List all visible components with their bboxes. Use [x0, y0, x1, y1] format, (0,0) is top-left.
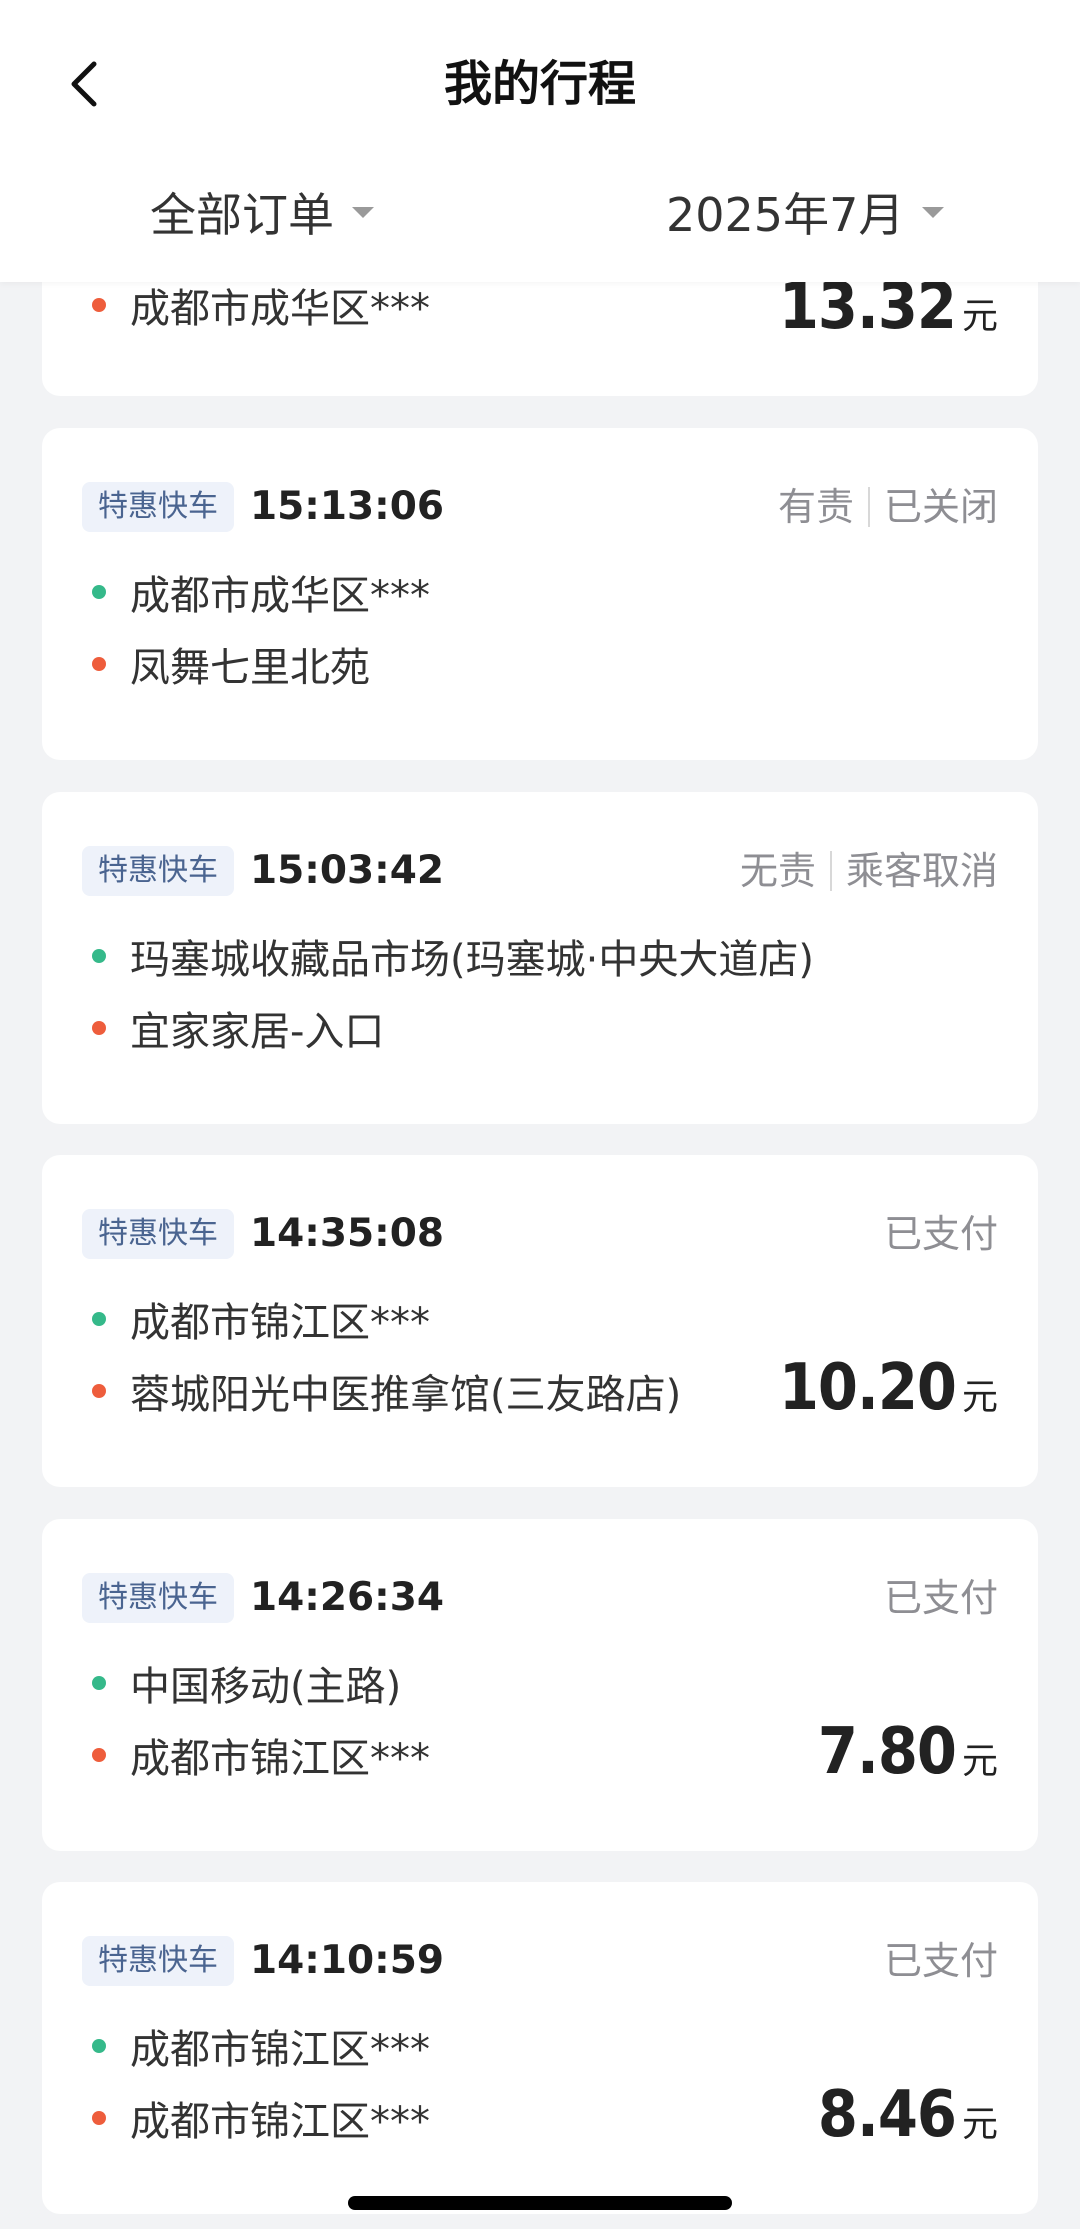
dropoff-dot-icon: [92, 1748, 106, 1762]
order-time: 14:26:34: [250, 1575, 445, 1620]
pickup-location: 成都市锦江区***: [92, 2018, 430, 2074]
order-status: 已支付: [884, 1936, 998, 1986]
price-value: 8.46: [817, 2078, 957, 2152]
pickup-location: 成都市成华区***: [92, 564, 430, 620]
pickup-text: 玛塞城收藏品市场(玛塞城·中央大道店): [130, 937, 814, 983]
dropoff-text: 成都市锦江区***: [130, 1736, 430, 1782]
pickup-dot-icon: [92, 949, 106, 963]
dropoff-text: 成都市成华区***: [130, 286, 430, 332]
order-card[interactable]: 特惠快车 15:03:42 无责 乘客取消 玛塞城收藏品市场(玛塞城·中央大道店…: [42, 792, 1038, 1124]
dropoff-location: 蓉城阳光中医推拿馆(三友路店): [92, 1363, 681, 1419]
order-card[interactable]: 特惠快车 14:10:59 已支付 成都市锦江区*** 成都市锦江区*** 8.…: [42, 1882, 1038, 2214]
dropoff-location: 成都市锦江区***: [92, 2090, 430, 2146]
month-label: 2025年7月: [666, 188, 905, 242]
responsibility-status: 有责: [777, 485, 854, 529]
dropoff-location: 成都市锦江区***: [92, 1727, 430, 1783]
dropoff-text: 宜家家居-入口: [130, 1009, 385, 1055]
pickup-dot-icon: [92, 585, 106, 599]
dropoff-location: 成都市成华区***: [92, 277, 430, 333]
pickup-dot-icon: [92, 1312, 106, 1326]
service-tag: 特惠快车: [82, 846, 234, 896]
order-state: 已支付: [883, 1212, 998, 1256]
dropoff-dot-icon: [92, 1021, 106, 1035]
home-indicator: [348, 2196, 732, 2210]
pickup-dot-icon: [92, 1676, 106, 1690]
service-tag: 特惠快车: [82, 1209, 234, 1259]
dropoff-text: 蓉城阳光中医推拿馆(三友路店): [130, 1372, 682, 1418]
order-card[interactable]: 特惠快车 14:26:34 已支付 中国移动(主路) 成都市锦江区*** 7.8…: [42, 1519, 1038, 1851]
order-state: 乘客取消: [845, 849, 998, 893]
dropoff-dot-icon: [92, 657, 106, 671]
dropoff-dot-icon: [92, 2111, 106, 2125]
pickup-location: 玛塞城收藏品市场(玛塞城·中央大道店): [92, 928, 814, 984]
service-tag: 特惠快车: [82, 482, 234, 532]
status-divider: [867, 487, 870, 527]
order-price: 10.20 元: [779, 1351, 998, 1425]
service-tag: 特惠快车: [82, 1936, 234, 1986]
price-unit: 元: [961, 1741, 998, 1782]
pickup-text: 成都市锦江区***: [130, 2027, 430, 2073]
order-state: 已关闭: [883, 485, 998, 529]
order-status: 无责 乘客取消: [740, 846, 998, 896]
dropoff-text: 成都市锦江区***: [130, 2099, 430, 2145]
pickup-location: 中国移动(主路): [92, 1655, 401, 1711]
order-time: 15:03:42: [250, 848, 445, 893]
order-status: 有责 已关闭: [778, 482, 998, 532]
price-unit: 元: [961, 2104, 998, 2145]
order-time: 14:10:59: [250, 1938, 445, 1983]
dropoff-location: 宜家家居-入口: [92, 1000, 384, 1056]
order-price: 8.46 元: [818, 2078, 998, 2152]
price-unit: 元: [961, 1377, 998, 1418]
caret-down-icon: [352, 206, 374, 218]
dropoff-location: 凤舞七里北苑: [92, 636, 370, 692]
caret-down-icon: [922, 206, 945, 218]
order-status: 已支付: [884, 1573, 998, 1623]
status-divider: [829, 851, 832, 891]
month-dropdown[interactable]: 2025年7月: [666, 176, 945, 248]
order-type-dropdown[interactable]: 全部订单: [150, 176, 374, 248]
order-card[interactable]: 特惠快车 14:35:08 已支付 成都市锦江区*** 蓉城阳光中医推拿馆(三友…: [42, 1155, 1038, 1487]
dropoff-text: 凤舞七里北苑: [130, 645, 370, 691]
dropoff-dot-icon: [92, 298, 106, 312]
dropoff-dot-icon: [92, 1384, 106, 1398]
order-card[interactable]: 特惠快车 15:13:06 有责 已关闭 成都市成华区*** 凤舞七里北苑: [42, 428, 1038, 760]
price-unit: 元: [961, 296, 998, 337]
pickup-text: 成都市成华区***: [130, 573, 430, 619]
order-price: 7.80 元: [818, 1715, 998, 1789]
price-value: 10.20: [778, 1351, 957, 1425]
pickup-text: 成都市锦江区***: [130, 1300, 430, 1346]
order-state: 已支付: [883, 1576, 998, 1620]
service-tag: 特惠快车: [82, 1573, 234, 1623]
pickup-text: 中国移动(主路): [130, 1664, 402, 1710]
order-time: 14:35:08: [250, 1211, 445, 1256]
order-type-label: 全部订单: [150, 188, 334, 242]
price-value: 7.80: [817, 1715, 957, 1789]
responsibility-status: 无责: [739, 849, 816, 893]
order-time: 15:13:06: [250, 484, 445, 529]
top-header: 我的行程 全部订单 2025年7月: [0, 0, 1080, 282]
pickup-dot-icon: [92, 2039, 106, 2053]
page-title: 我的行程: [443, 56, 636, 112]
order-state: 已支付: [883, 1939, 998, 1983]
pickup-location: 成都市锦江区***: [92, 1291, 430, 1347]
order-status: 已支付: [884, 1209, 998, 1259]
